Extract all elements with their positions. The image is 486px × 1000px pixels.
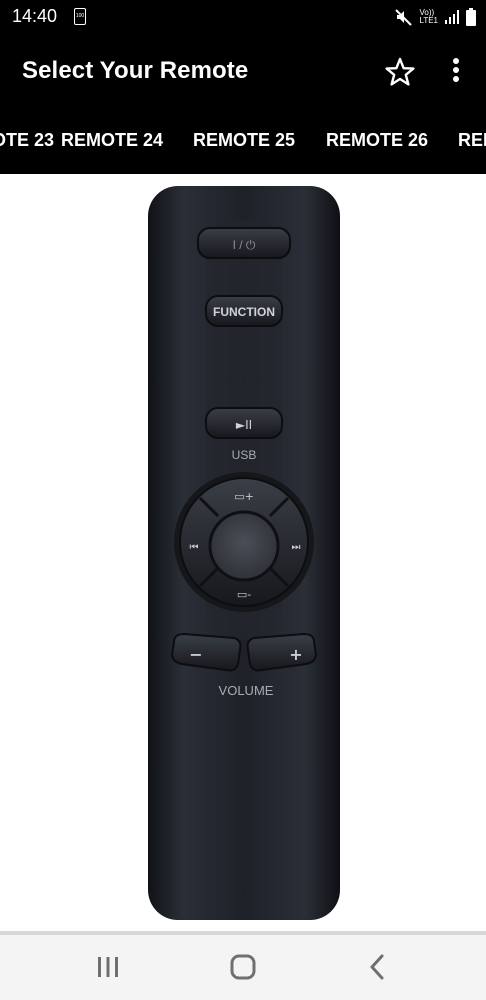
remote-tabs: REMOTE 23 REMOTE 24 REMOTE 25 REMOTE 26 …	[0, 110, 486, 174]
status-icons: Vo)) LTE1	[395, 5, 476, 29]
dpad: ▭+ ▭- ⏮ ⏭	[174, 472, 314, 612]
lte-label: LTE1	[419, 16, 438, 25]
recent-apps-icon[interactable]	[88, 949, 128, 985]
volume-plus-label: +	[289, 645, 302, 664]
volume-up-button[interactable]: +	[246, 632, 318, 672]
previous-button[interactable]: ⏮	[190, 542, 199, 553]
tab-remote-26[interactable]: REMOTE 26	[326, 130, 428, 151]
status-time: 14:40	[12, 6, 58, 26]
folder-down-button[interactable]: ▭-	[237, 588, 251, 601]
mute-icon	[395, 9, 413, 26]
volume-minus-label: −	[189, 645, 202, 664]
folder-up-button[interactable]: ▭+	[234, 490, 254, 503]
home-icon[interactable]	[223, 949, 263, 985]
tab-remote-23[interactable]: REMOTE 23	[0, 130, 54, 151]
remote-view: I / ⏻ FUNCTION ►II USB ▭+ ▭- ⏮ ⏭ − + VOL…	[0, 174, 486, 932]
remote-image: I / ⏻ FUNCTION ►II USB ▭+ ▭- ⏮ ⏭ − + VOL…	[148, 186, 340, 920]
star-icon[interactable]	[384, 56, 416, 88]
app-bar: Select Your Remote	[0, 34, 486, 110]
volume-down-button[interactable]: −	[170, 632, 242, 672]
more-vert-icon[interactable]	[440, 54, 472, 90]
function-button[interactable]: FUNCTION	[205, 295, 283, 327]
status-bar: 14:40 100 Vo)) LTE1	[0, 0, 486, 34]
network-label: Vo)) LTE1	[419, 9, 438, 25]
next-button[interactable]: ⏭	[292, 542, 301, 553]
tab-remote-25[interactable]: REMOTE 25	[193, 130, 295, 151]
tab-remote-24[interactable]: REMOTE 24	[61, 130, 163, 151]
dpad-center[interactable]	[208, 510, 280, 582]
back-icon[interactable]	[358, 949, 398, 985]
volume-label: VOLUME	[219, 683, 274, 698]
play-pause-label: ►II	[236, 418, 252, 432]
battery-saver-icon: 100	[74, 8, 86, 25]
navigation-bar	[0, 935, 486, 1000]
usb-label: USB	[232, 448, 257, 462]
page-title: Select Your Remote	[22, 57, 249, 84]
power-label: I / ⏻	[233, 238, 256, 252]
tab-remote-27[interactable]: REMOTE 27	[458, 130, 486, 151]
function-label: FUNCTION	[213, 305, 275, 319]
play-pause-button[interactable]: ►II	[205, 407, 283, 439]
battery-icon	[466, 8, 476, 26]
signal-icon	[445, 10, 459, 24]
power-button[interactable]: I / ⏻	[197, 227, 291, 259]
